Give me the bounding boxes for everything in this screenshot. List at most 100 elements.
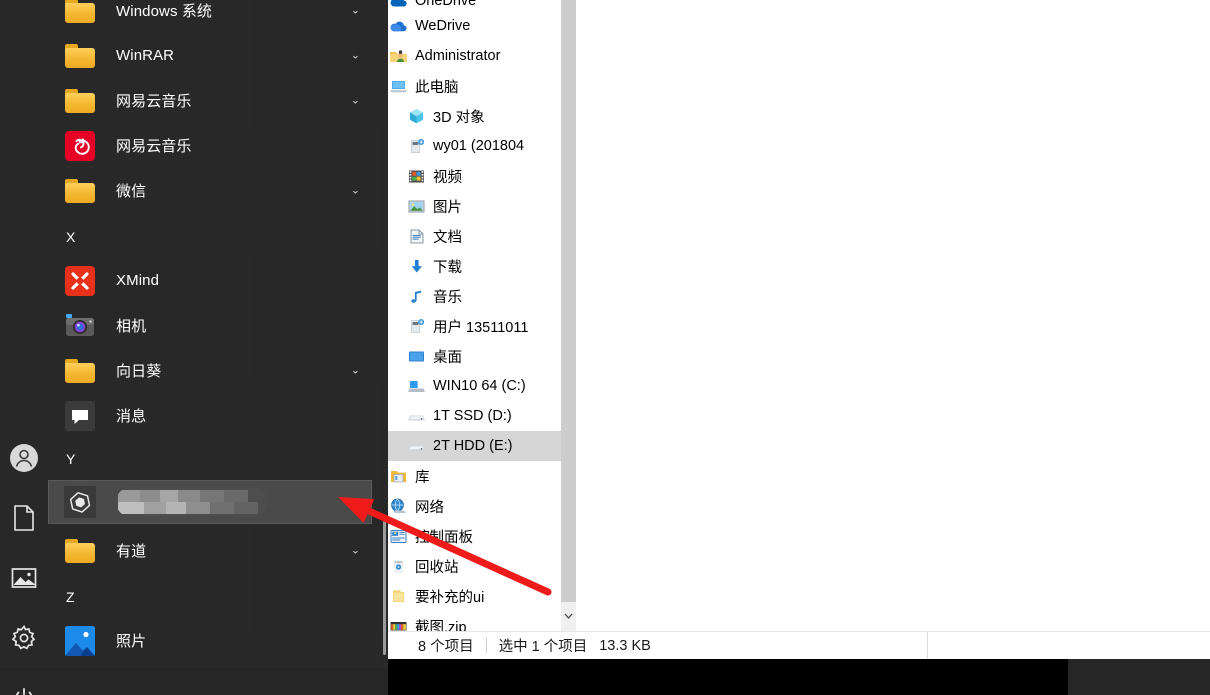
app-item-label: 相机 — [116, 318, 147, 335]
nav-item-wy01[interactable]: wy01 (201804 — [388, 131, 576, 161]
nav-item-documents[interactable]: 文档 — [388, 221, 576, 251]
chevron-down-icon[interactable]: ⌄ — [351, 365, 360, 376]
app-item-unity-selected[interactable] — [48, 480, 372, 524]
rail-power-button[interactable] — [0, 674, 48, 695]
app-item-youdao[interactable]: 有道 ⌄ — [48, 528, 372, 573]
start-menu-scrollbar[interactable] — [383, 520, 386, 655]
nav-item-3d-objects[interactable]: 3D 对象 — [388, 101, 576, 131]
nav-item-label: 回收站 — [415, 559, 459, 576]
nav-item-music[interactable]: 音乐 — [388, 281, 576, 311]
nav-pane-scrollbar[interactable] — [561, 0, 576, 631]
nav-item-label: WIN10 64 (C:) — [433, 378, 526, 394]
folder-icon — [64, 85, 96, 117]
chevron-down-icon[interactable]: ⌄ — [351, 185, 360, 196]
app-item-label: WinRAR — [116, 47, 175, 64]
folder-icon — [388, 586, 408, 606]
app-item-netease-music-folder[interactable]: 网易云音乐 ⌄ — [48, 78, 372, 123]
nav-item-downloads[interactable]: 下载 — [388, 251, 576, 281]
folder-icon — [64, 535, 96, 567]
nav-item-win10-c-drive[interactable]: WIN10 64 (C:) — [388, 371, 576, 401]
nav-item-user-drive[interactable]: 用户 13511011 — [388, 311, 576, 341]
folder-icon — [64, 40, 96, 72]
nav-item-this-pc[interactable]: 此电脑 — [388, 71, 576, 101]
nav-item-label: OneDrive — [415, 0, 477, 9]
3d-objects-icon — [406, 106, 426, 126]
nav-item-videos[interactable]: 视频 — [388, 161, 576, 191]
nav-item-ui-folder[interactable]: 要补充的ui — [388, 581, 576, 611]
app-item-label: 照片 — [116, 633, 147, 650]
nav-item-libraries[interactable]: 库 — [388, 461, 576, 491]
app-item-wechat[interactable]: 微信 ⌄ — [48, 168, 372, 213]
chevron-down-icon[interactable]: ⌄ — [351, 50, 360, 61]
nav-item-label: 视频 — [433, 169, 462, 186]
start-menu-bottom-strip — [0, 668, 388, 695]
app-item-windows-system[interactable]: Windows 系统 ⌄ — [48, 0, 372, 33]
nav-item-e-drive-selected[interactable]: 2T HDD (E:) — [388, 431, 576, 461]
app-item-label: 网易云音乐 — [116, 93, 192, 110]
folder-icon — [64, 355, 96, 387]
rail-user-account-button[interactable] — [0, 434, 48, 482]
chevron-down-icon[interactable]: ⌄ — [351, 5, 360, 16]
nav-item-label: 3D 对象 — [433, 109, 485, 126]
nav-item-desktop[interactable]: 桌面 — [388, 341, 576, 371]
app-item-xmind[interactable]: XMind — [48, 258, 372, 303]
explorer-navigation-pane[interactable]: OneDrive WeDrive Administrator 此电脑 3D 对象… — [388, 0, 576, 631]
scroll-down-button[interactable] — [561, 602, 576, 631]
explorer-content-pane[interactable] — [576, 0, 1210, 631]
chevron-down-icon[interactable]: ⌄ — [351, 95, 360, 106]
app-item-photos[interactable]: 照片 — [48, 618, 372, 663]
scrollbar-thumb[interactable] — [561, 0, 576, 602]
taskbar-notification-area[interactable] — [1068, 659, 1210, 695]
app-item-sunlogin[interactable]: 向日葵 ⌄ — [48, 348, 372, 393]
rail-pictures-button[interactable] — [0, 554, 48, 602]
status-bar-right-edge — [927, 632, 928, 660]
app-item-netease-music[interactable]: 网易云音乐 — [48, 123, 372, 168]
nav-item-label: 网络 — [415, 499, 444, 516]
chevron-down-icon[interactable]: ⌄ — [351, 545, 360, 556]
user-avatar-icon — [10, 444, 38, 472]
nav-item-label: 1T SSD (D:) — [433, 408, 512, 424]
letter-heading-label: X — [66, 229, 76, 245]
app-item-winrar[interactable]: WinRAR ⌄ — [48, 33, 372, 78]
messaging-icon — [64, 400, 96, 432]
taskbar[interactable] — [388, 659, 1210, 695]
nav-item-label: 2T HDD (E:) — [433, 438, 513, 454]
app-item-messaging[interactable]: 消息 — [48, 393, 372, 438]
this-pc-icon — [388, 76, 408, 96]
picture-icon — [11, 568, 37, 588]
nav-item-label: 下载 — [433, 259, 462, 276]
status-separator — [485, 638, 487, 653]
music-icon — [406, 286, 426, 306]
app-item-label: 网易云音乐 — [116, 138, 192, 155]
downloads-icon — [406, 256, 426, 276]
nav-item-pictures[interactable]: 图片 — [388, 191, 576, 221]
rail-settings-button[interactable] — [0, 614, 48, 662]
letter-heading-x[interactable]: X — [48, 218, 372, 256]
network-icon — [388, 496, 408, 516]
nav-item-administrator[interactable]: Administrator — [388, 41, 576, 71]
letter-heading-z[interactable]: Z — [48, 578, 372, 616]
letter-heading-label: Y — [66, 451, 76, 467]
rail-documents-button[interactable] — [0, 494, 48, 542]
app-item-label: Windows 系统 — [116, 3, 213, 20]
hard-drive-icon — [406, 436, 426, 456]
nav-item-wedrive[interactable]: WeDrive — [388, 11, 576, 41]
nav-item-label: 截图.zip — [415, 619, 467, 632]
power-icon — [16, 688, 32, 695]
letter-heading-y[interactable]: Y — [48, 440, 372, 478]
nav-item-label: 库 — [415, 469, 430, 486]
status-selection-size: 13.3 KB — [599, 637, 651, 654]
start-menu-app-list[interactable]: Windows 系统 ⌄ WinRAR ⌄ 网易云音乐 ⌄ 网易云音乐 微信 ⌄… — [48, 0, 388, 668]
windows-drive-icon — [406, 376, 426, 396]
nav-item-control-panel[interactable]: 控制面板 — [388, 521, 576, 551]
pictures-icon — [406, 196, 426, 216]
app-item-camera[interactable]: 相机 — [48, 303, 372, 348]
xmind-icon — [64, 265, 96, 297]
control-panel-icon — [388, 526, 408, 546]
nav-item-network[interactable]: 网络 — [388, 491, 576, 521]
network-drive-icon — [406, 136, 426, 156]
nav-item-d-drive[interactable]: 1T SSD (D:) — [388, 401, 576, 431]
file-explorer-window: OneDrive WeDrive Administrator 此电脑 3D 对象… — [388, 0, 1210, 660]
nav-item-recycle-bin[interactable]: 回收站 — [388, 551, 576, 581]
nav-item-screenshot-zip[interactable]: 截图.zip — [388, 611, 576, 631]
